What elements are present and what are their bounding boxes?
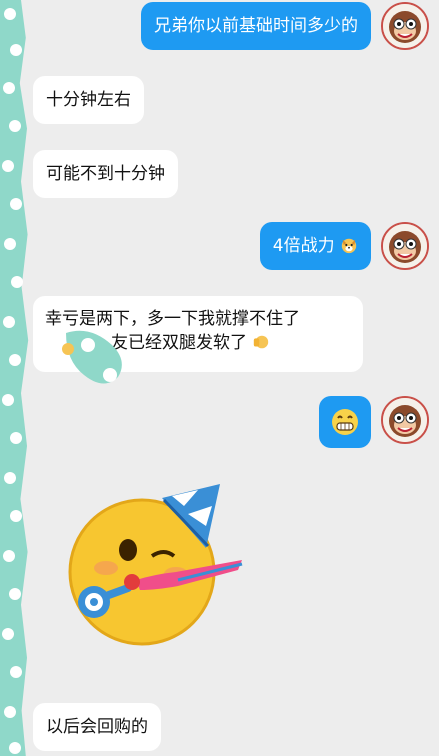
user-avatar[interactable] xyxy=(381,396,429,444)
message-text: 可能不到十分钟 xyxy=(46,164,165,184)
message-text: 4倍战力 xyxy=(272,236,335,256)
dog-emoji-icon xyxy=(341,238,357,254)
message-text: 友已经双腿发软了 xyxy=(111,333,247,353)
party-face-sticker[interactable] xyxy=(66,476,244,650)
message-text: 兄弟你以前基础时间多少的 xyxy=(154,16,358,36)
user-avatar[interactable] xyxy=(381,222,429,270)
message-bubble-incoming[interactable]: 以后会回购的 xyxy=(33,703,161,751)
message-text: 十分钟左右 xyxy=(46,90,131,110)
monkey-avatar-icon xyxy=(383,4,427,48)
torn-paper-strip xyxy=(0,0,29,756)
message-text: 以后会回购的 xyxy=(46,717,148,737)
monkey-avatar-icon xyxy=(383,398,427,442)
message-bubble-incoming[interactable]: 可能不到十分钟 xyxy=(33,150,178,198)
monkey-avatar-icon xyxy=(383,224,427,268)
grin-emoji-icon xyxy=(332,409,358,435)
message-bubble-incoming[interactable]: 十分钟左右 xyxy=(33,76,144,124)
thumbs-fist-emoji-icon xyxy=(254,335,269,349)
message-bubble-outgoing[interactable]: 兄弟你以前基础时间多少的 xyxy=(141,2,371,50)
user-avatar[interactable] xyxy=(381,2,429,50)
message-bubble-outgoing[interactable]: 4倍战力 xyxy=(259,222,371,270)
message-bubble-outgoing[interactable] xyxy=(319,396,371,448)
decorative-sticker-overlay xyxy=(62,330,122,384)
